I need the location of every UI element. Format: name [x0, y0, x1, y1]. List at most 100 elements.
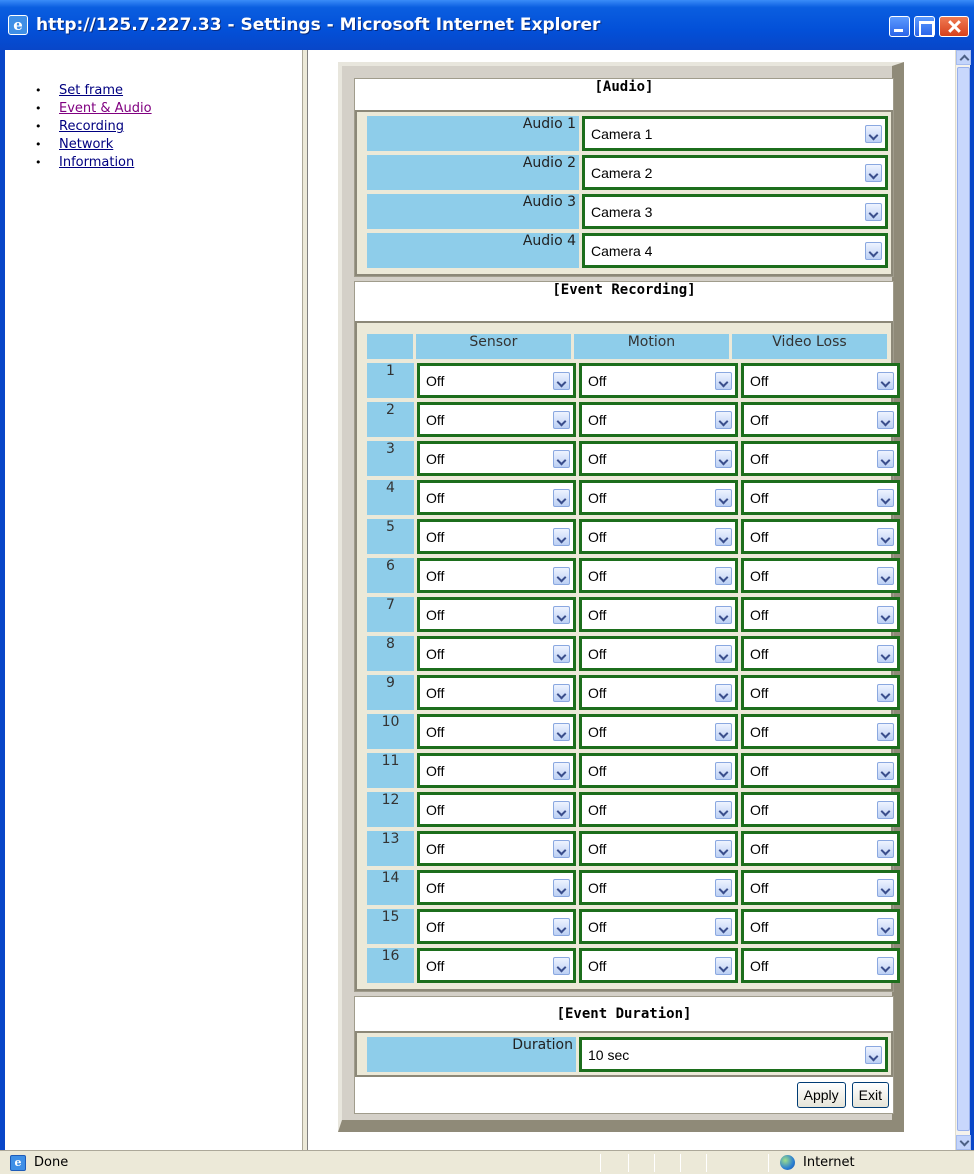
sensor-select[interactable]: Off — [417, 870, 576, 905]
sensor-select[interactable]: Off — [417, 909, 576, 944]
motion-select[interactable]: Off — [579, 480, 738, 515]
chevron-down-icon[interactable] — [877, 371, 894, 390]
scroll-down-button[interactable] — [956, 1135, 971, 1150]
video-loss-select[interactable]: Off — [741, 675, 900, 710]
chevron-down-icon[interactable] — [553, 449, 570, 468]
video-loss-select[interactable]: Off — [741, 909, 900, 944]
motion-select[interactable]: Off — [579, 792, 738, 827]
sensor-select[interactable]: Off — [417, 402, 576, 437]
chevron-down-icon[interactable] — [715, 683, 732, 702]
chevron-down-icon[interactable] — [715, 839, 732, 858]
sensor-select[interactable]: Off — [417, 792, 576, 827]
video-loss-select[interactable]: Off — [741, 948, 900, 983]
chevron-down-icon[interactable] — [877, 761, 894, 780]
chevron-down-icon[interactable] — [877, 839, 894, 858]
motion-select[interactable]: Off — [579, 519, 738, 554]
motion-select[interactable]: Off — [579, 441, 738, 476]
chevron-down-icon[interactable] — [715, 956, 732, 975]
chevron-down-icon[interactable] — [715, 878, 732, 897]
chevron-down-icon[interactable] — [877, 644, 894, 663]
sensor-select[interactable]: Off — [417, 948, 576, 983]
video-loss-select[interactable]: Off — [741, 636, 900, 671]
sensor-select[interactable]: Off — [417, 675, 576, 710]
motion-select[interactable]: Off — [579, 714, 738, 749]
nav-link-information[interactable]: Information — [59, 155, 134, 170]
exit-button[interactable]: Exit — [851, 1082, 889, 1108]
nav-link-event-audio[interactable]: Event & Audio — [59, 101, 152, 116]
motion-select[interactable]: Off — [579, 753, 738, 788]
chevron-down-icon[interactable] — [553, 800, 570, 819]
chevron-down-icon[interactable] — [877, 917, 894, 936]
chevron-down-icon[interactable] — [877, 527, 894, 546]
nav-link-network[interactable]: Network — [59, 137, 113, 152]
chevron-down-icon[interactable] — [865, 163, 882, 182]
sensor-select[interactable]: Off — [417, 441, 576, 476]
video-loss-select[interactable]: Off — [741, 402, 900, 437]
sensor-select[interactable]: Off — [417, 714, 576, 749]
apply-button[interactable]: Apply — [796, 1082, 846, 1108]
video-loss-select[interactable]: Off — [741, 792, 900, 827]
motion-select[interactable]: Off — [579, 597, 738, 632]
sensor-select[interactable]: Off — [417, 363, 576, 398]
audio-1-select[interactable]: Camera 1 — [582, 116, 888, 151]
chevron-down-icon[interactable] — [553, 761, 570, 780]
motion-select[interactable]: Off — [579, 363, 738, 398]
chevron-down-icon[interactable] — [553, 410, 570, 429]
motion-select[interactable]: Off — [579, 870, 738, 905]
sensor-select[interactable]: Off — [417, 636, 576, 671]
chevron-down-icon[interactable] — [877, 605, 894, 624]
motion-select[interactable]: Off — [579, 558, 738, 593]
sensor-select[interactable]: Off — [417, 480, 576, 515]
chevron-down-icon[interactable] — [715, 371, 732, 390]
motion-select[interactable]: Off — [579, 402, 738, 437]
duration-select[interactable]: 10 sec — [579, 1037, 888, 1072]
chevron-down-icon[interactable] — [877, 878, 894, 897]
chevron-down-icon[interactable] — [877, 800, 894, 819]
video-loss-select[interactable]: Off — [741, 441, 900, 476]
chevron-down-icon[interactable] — [865, 202, 882, 221]
chevron-down-icon[interactable] — [553, 488, 570, 507]
motion-select[interactable]: Off — [579, 909, 738, 944]
chevron-down-icon[interactable] — [553, 722, 570, 741]
nav-link-set-frame[interactable]: Set frame — [59, 83, 123, 98]
video-loss-select[interactable]: Off — [741, 558, 900, 593]
chevron-down-icon[interactable] — [715, 761, 732, 780]
chevron-down-icon[interactable] — [715, 800, 732, 819]
chevron-down-icon[interactable] — [715, 566, 732, 585]
chevron-down-icon[interactable] — [877, 410, 894, 429]
chevron-down-icon[interactable] — [553, 605, 570, 624]
sensor-select[interactable]: Off — [417, 597, 576, 632]
video-loss-select[interactable]: Off — [741, 753, 900, 788]
chevron-down-icon[interactable] — [553, 566, 570, 585]
chevron-down-icon[interactable] — [715, 605, 732, 624]
chevron-down-icon[interactable] — [877, 488, 894, 507]
video-loss-select[interactable]: Off — [741, 597, 900, 632]
maximize-button[interactable] — [914, 16, 935, 37]
chevron-down-icon[interactable] — [865, 124, 882, 143]
audio-2-select[interactable]: Camera 2 — [582, 155, 888, 190]
chevron-down-icon[interactable] — [715, 410, 732, 429]
chevron-down-icon[interactable] — [715, 449, 732, 468]
chevron-down-icon[interactable] — [877, 956, 894, 975]
close-button[interactable] — [939, 16, 969, 37]
video-loss-select[interactable]: Off — [741, 714, 900, 749]
chevron-down-icon[interactable] — [553, 917, 570, 936]
chevron-down-icon[interactable] — [877, 449, 894, 468]
sensor-select[interactable]: Off — [417, 753, 576, 788]
motion-select[interactable]: Off — [579, 636, 738, 671]
chevron-down-icon[interactable] — [553, 878, 570, 897]
audio-4-select[interactable]: Camera 4 — [582, 233, 888, 268]
chevron-down-icon[interactable] — [715, 917, 732, 936]
sensor-select[interactable]: Off — [417, 519, 576, 554]
sensor-select[interactable]: Off — [417, 831, 576, 866]
video-loss-select[interactable]: Off — [741, 831, 900, 866]
video-loss-select[interactable]: Off — [741, 480, 900, 515]
chevron-down-icon[interactable] — [715, 644, 732, 663]
chevron-down-icon[interactable] — [865, 1045, 882, 1064]
chevron-down-icon[interactable] — [553, 527, 570, 546]
audio-3-select[interactable]: Camera 3 — [582, 194, 888, 229]
chevron-down-icon[interactable] — [715, 527, 732, 546]
scroll-up-button[interactable] — [956, 50, 971, 65]
chevron-down-icon[interactable] — [877, 566, 894, 585]
chevron-down-icon[interactable] — [553, 839, 570, 858]
